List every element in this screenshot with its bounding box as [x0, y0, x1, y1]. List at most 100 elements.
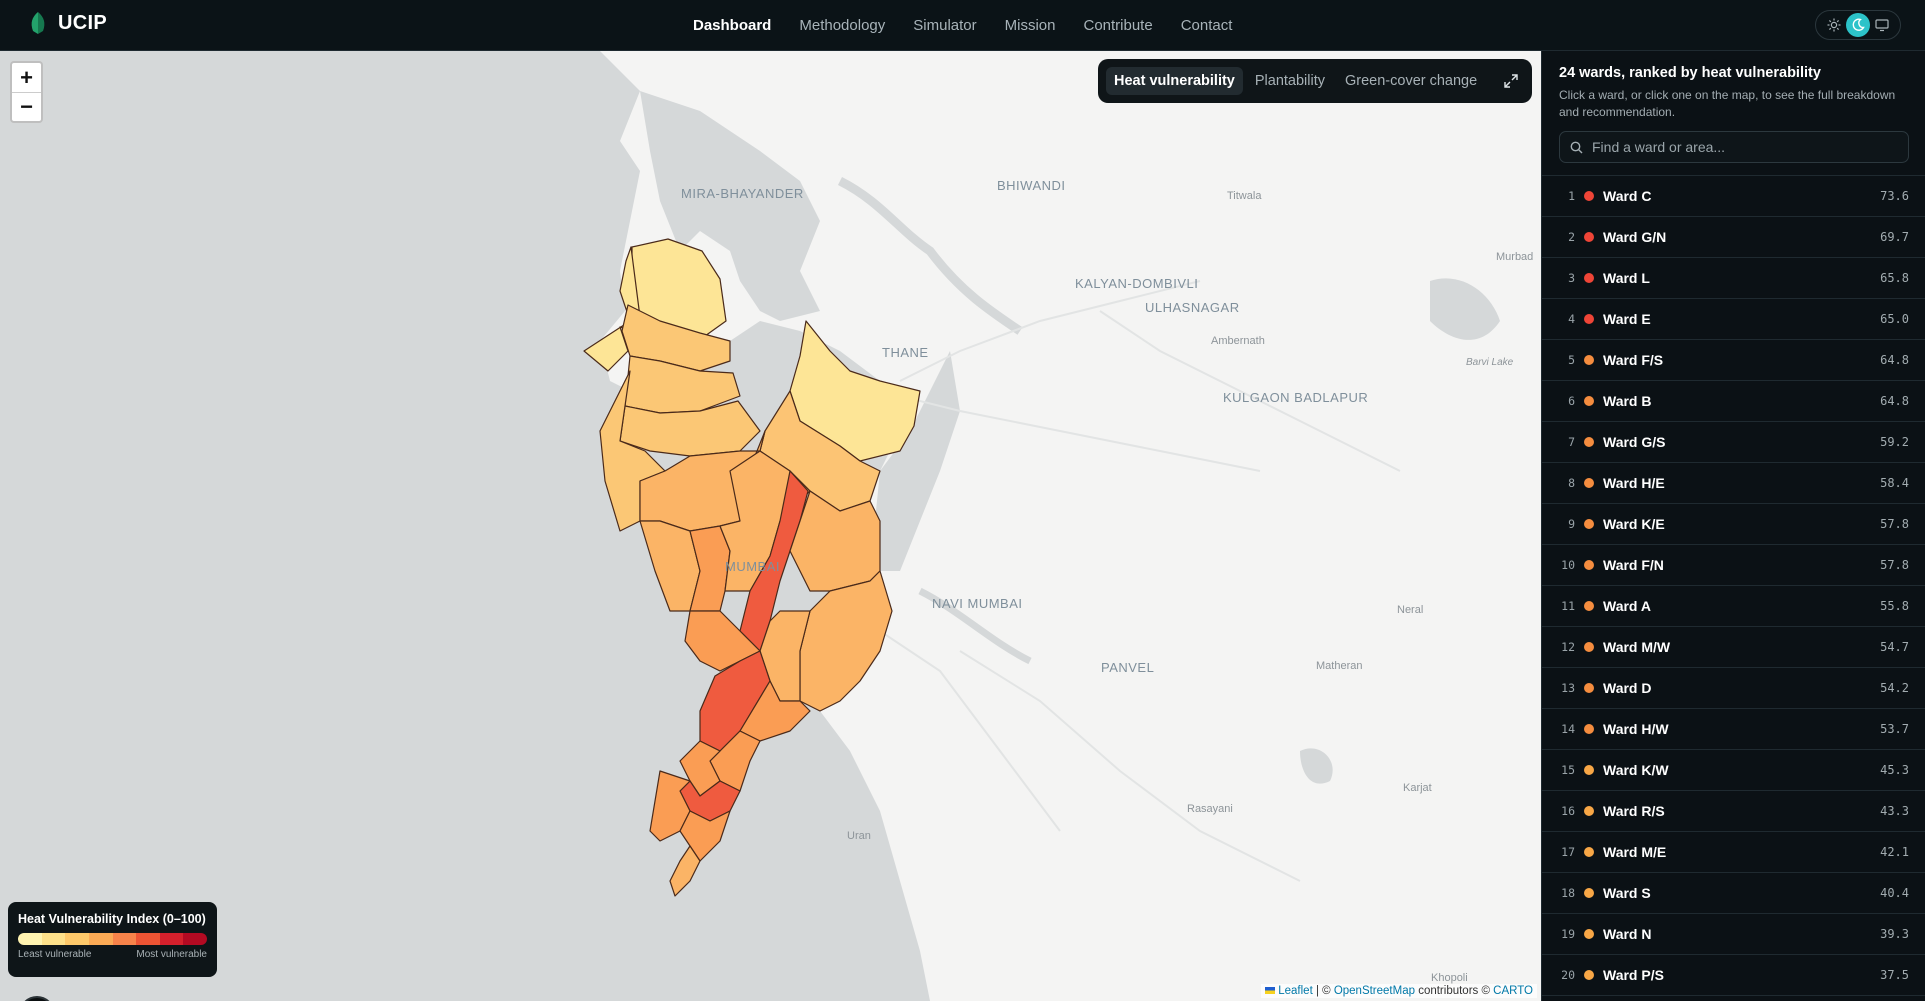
place-label: Ambernath [1211, 335, 1265, 347]
ward-name: Ward P/S [1603, 967, 1664, 983]
layer-green-cover-change[interactable]: Green-cover change [1337, 67, 1485, 95]
sun-icon[interactable] [1822, 13, 1846, 37]
ward-severity-dot [1584, 437, 1594, 447]
ward-score: 42.1 [1880, 845, 1909, 859]
ward-severity-dot [1584, 806, 1594, 816]
ward-row[interactable]: 12 Ward M/W 54.7 [1542, 627, 1925, 668]
ward-rank: 8 [1568, 476, 1575, 490]
ward-rank: 20 [1561, 968, 1575, 982]
ward-rank: 10 [1561, 558, 1575, 572]
ward-name: Ward F/S [1603, 352, 1664, 368]
ward-rank: 19 [1561, 927, 1575, 941]
ward-search[interactable] [1559, 131, 1909, 163]
ward-row[interactable]: 5 Ward F/S 64.8 [1542, 340, 1925, 381]
osm-link[interactable]: OpenStreetMap [1334, 985, 1415, 997]
ward-score: 57.8 [1880, 517, 1909, 531]
ward-score: 39.3 [1880, 927, 1909, 941]
zoom-in-button[interactable]: + [12, 63, 41, 92]
ward-name: Ward K/W [1603, 762, 1669, 778]
nav-simulator[interactable]: Simulator [913, 17, 976, 34]
ward-row[interactable]: 7 Ward G/S 59.2 [1542, 422, 1925, 463]
ward-row[interactable]: 3 Ward L 65.8 [1542, 258, 1925, 299]
ward-severity-dot [1584, 765, 1594, 775]
ward-severity-dot [1584, 929, 1594, 939]
ward-severity-dot [1584, 724, 1594, 734]
legend-swatch [159, 933, 184, 945]
ward-row[interactable]: 15 Ward K/W 45.3 [1542, 750, 1925, 791]
nav-mission[interactable]: Mission [1005, 17, 1056, 34]
layer-plantability[interactable]: Plantability [1247, 67, 1333, 95]
ward-score: 54.2 [1880, 681, 1909, 695]
ward-row[interactable]: 6 Ward B 64.8 [1542, 381, 1925, 422]
ward-row[interactable]: 17 Ward M/E 42.1 [1542, 832, 1925, 873]
ward-name: Ward D [1603, 680, 1652, 696]
ward-severity-dot [1584, 232, 1594, 242]
place-label: Karjat [1403, 782, 1432, 794]
ward-rank: 13 [1561, 681, 1575, 695]
ward-row[interactable]: 14 Ward H/W 53.7 [1542, 709, 1925, 750]
ward-rank: 5 [1568, 353, 1575, 367]
ward-search-input[interactable] [1592, 139, 1892, 155]
place-label: Barvi Lake [1466, 357, 1514, 368]
theme-toggle [1815, 10, 1901, 40]
carto-link[interactable]: CARTO [1493, 985, 1533, 997]
ward-severity-dot [1584, 396, 1594, 406]
place-label: Rasayani [1187, 803, 1233, 815]
place-label: Murbad [1496, 251, 1534, 263]
ward-row[interactable]: 13 Ward D 54.2 [1542, 668, 1925, 709]
ward-ranking-panel: 24 wards, ranked by heat vulnerability C… [1541, 51, 1925, 1001]
expand-icon[interactable] [1498, 68, 1524, 94]
ward-row[interactable]: 2 Ward G/N 69.7 [1542, 217, 1925, 258]
ward-score: 40.4 [1880, 886, 1909, 900]
layer-heat-vulnerability[interactable]: Heat vulnerability [1106, 67, 1243, 95]
nav-contribute[interactable]: Contribute [1083, 17, 1152, 34]
leaf-logo-icon [31, 12, 45, 34]
place-label: BHIWANDI [997, 178, 1066, 193]
place-label: MUMBAI [725, 559, 780, 574]
ward-name: Ward R/S [1603, 803, 1665, 819]
ward-row[interactable]: 19 Ward N 39.3 [1542, 914, 1925, 955]
ward-severity-dot [1584, 601, 1594, 611]
legend-min-label: Least vulnerable [18, 949, 92, 960]
ward-row[interactable]: 18 Ward S 40.4 [1542, 873, 1925, 914]
attrib-text: contributors © [1415, 985, 1494, 997]
top-navbar: UCIP Dashboard Methodology Simulator Mis… [0, 0, 1925, 51]
ward-row[interactable]: 11 Ward A 55.8 [1542, 586, 1925, 627]
zoom-out-button[interactable]: − [12, 92, 41, 121]
ward-name: Ward A [1603, 598, 1651, 614]
ward-row[interactable]: 20 Ward P/S 37.5 [1542, 955, 1925, 996]
ward-row[interactable]: 16 Ward R/S 43.3 [1542, 791, 1925, 832]
ward-rank: 16 [1561, 804, 1575, 818]
ward-row[interactable]: 8 Ward H/E 58.4 [1542, 463, 1925, 504]
place-label: THANE [882, 345, 929, 360]
ward-row[interactable]: 10 Ward F/N 57.8 [1542, 545, 1925, 586]
ward-score: 37.5 [1880, 968, 1909, 982]
ward-severity-dot [1584, 970, 1594, 980]
ward-severity-dot [1584, 314, 1594, 324]
ward-score: 59.2 [1880, 435, 1909, 449]
ward-severity-dot [1584, 519, 1594, 529]
ward-score: 73.6 [1880, 189, 1909, 203]
brand[interactable]: UCIP [28, 11, 107, 35]
ward-severity-dot [1584, 560, 1594, 570]
ward-row[interactable]: 9 Ward K/E 57.8 [1542, 504, 1925, 545]
ward-rank: 18 [1561, 886, 1575, 900]
ward-row[interactable]: 1 Ward C 73.6 [1542, 176, 1925, 217]
monitor-icon[interactable] [1870, 13, 1894, 37]
ward-name: Ward M/W [1603, 639, 1671, 655]
layer-switcher: Heat vulnerability Plantability Green-co… [1098, 59, 1532, 103]
ward-rank: 15 [1561, 763, 1575, 777]
nav-dashboard[interactable]: Dashboard [693, 17, 771, 34]
nav-methodology[interactable]: Methodology [799, 17, 885, 34]
legend-swatch [65, 933, 89, 945]
map-view[interactable]: + − Heat vulnerability Plantability Gree… [0, 51, 1541, 1001]
ward-row[interactable]: 4 Ward E 65.0 [1542, 299, 1925, 340]
ward-score: 69.7 [1880, 230, 1909, 244]
nav-contact[interactable]: Contact [1181, 17, 1233, 34]
moon-icon[interactable] [1846, 13, 1870, 37]
leaflet-link[interactable]: Leaflet [1278, 985, 1313, 997]
ward-score: 64.8 [1880, 353, 1909, 367]
map-legend: Heat Vulnerability Index (0–100) Least v… [8, 902, 217, 977]
ward-name: Ward H/E [1603, 475, 1665, 491]
place-label: Khopoli [1431, 972, 1468, 984]
